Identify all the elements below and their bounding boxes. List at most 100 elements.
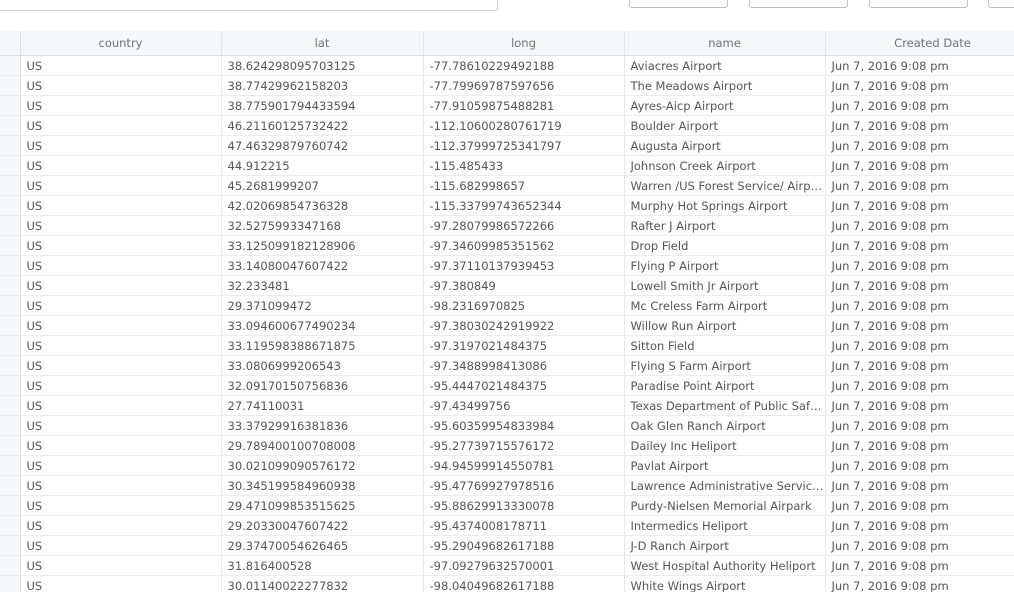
lat-cell[interactable]: 46.21160125732422	[221, 115, 424, 136]
table-row[interactable]: US 30.021099090576172 -94.94599914550781 Pa…	[0, 455, 1014, 476]
country-cell[interactable]: US	[20, 395, 222, 416]
row-selector[interactable]	[0, 455, 21, 476]
long-cell[interactable]: -98.04049682617188	[423, 575, 625, 592]
lat-cell[interactable]: 29.371099472	[221, 295, 424, 316]
name-cell[interactable]: West Hospital Authority Heliport	[624, 555, 826, 576]
created-date-cell[interactable]: Jun 7, 2016 9:08 pm	[825, 555, 1014, 576]
country-cell[interactable]: US	[20, 55, 222, 76]
country-cell[interactable]: US	[20, 155, 222, 176]
column-header-long[interactable]: long	[423, 31, 625, 56]
name-cell[interactable]: J-D Ranch Airport	[624, 535, 826, 556]
toolbar-button-1[interactable]	[629, 0, 728, 8]
created-date-cell[interactable]: Jun 7, 2016 9:08 pm	[825, 375, 1014, 396]
long-cell[interactable]: -115.682998657	[423, 175, 625, 196]
created-date-cell[interactable]: Jun 7, 2016 9:08 pm	[825, 315, 1014, 336]
row-selector[interactable]	[0, 575, 21, 592]
long-cell[interactable]: -112.37999725341797	[423, 135, 625, 156]
country-cell[interactable]: US	[20, 535, 222, 556]
toolbar-button-4[interactable]	[988, 0, 1014, 8]
country-cell[interactable]: US	[20, 555, 222, 576]
table-row[interactable]: US 38.775901794433594 -77.91059875488281 Ay…	[0, 95, 1014, 116]
country-cell[interactable]: US	[20, 75, 222, 96]
long-cell[interactable]: -95.88629913330078	[423, 495, 625, 516]
long-cell[interactable]: -95.29049682617188	[423, 535, 625, 556]
lat-cell[interactable]: 38.775901794433594	[221, 95, 424, 116]
created-date-cell[interactable]: Jun 7, 2016 9:08 pm	[825, 115, 1014, 136]
row-selector[interactable]	[0, 195, 21, 216]
lat-cell[interactable]: 33.119598388671875	[221, 335, 424, 356]
row-selector[interactable]	[0, 375, 21, 396]
row-selector[interactable]	[0, 135, 21, 156]
row-selector[interactable]	[0, 115, 21, 136]
name-cell[interactable]: Flying S Farm Airport	[624, 355, 826, 376]
name-cell[interactable]: Lowell Smith Jr Airport	[624, 275, 826, 296]
table-row[interactable]: US 44.912215 -115.485433 Johnson Creek Airp…	[0, 155, 1014, 176]
country-cell[interactable]: US	[20, 355, 222, 376]
long-cell[interactable]: -115.33799743652344	[423, 195, 625, 216]
column-header-select[interactable]	[0, 31, 21, 56]
country-cell[interactable]: US	[20, 375, 222, 396]
created-date-cell[interactable]: Jun 7, 2016 9:08 pm	[825, 295, 1014, 316]
created-date-cell[interactable]: Jun 7, 2016 9:08 pm	[825, 475, 1014, 496]
name-cell[interactable]: Lawrence Administrative Services Helipor…	[624, 475, 826, 496]
name-cell[interactable]: Aviacres Airport	[624, 55, 826, 76]
lat-cell[interactable]: 33.094600677490234	[221, 315, 424, 336]
country-cell[interactable]: US	[20, 495, 222, 516]
row-selector[interactable]	[0, 415, 21, 436]
long-cell[interactable]: -97.28079986572266	[423, 215, 625, 236]
row-selector[interactable]	[0, 95, 21, 116]
table-row[interactable]: US 38.77429962158203 -77.79969787597656 The…	[0, 75, 1014, 96]
country-cell[interactable]: US	[20, 95, 222, 116]
created-date-cell[interactable]: Jun 7, 2016 9:08 pm	[825, 275, 1014, 296]
name-cell[interactable]: Purdy-Nielsen Memorial Airpark	[624, 495, 826, 516]
lat-cell[interactable]: 45.2681999207	[221, 175, 424, 196]
lat-cell[interactable]: 38.77429962158203	[221, 75, 424, 96]
country-cell[interactable]: US	[20, 435, 222, 456]
table-row[interactable]: US 33.125099182128906 -97.34609985351562 Dr…	[0, 235, 1014, 256]
name-cell[interactable]: Mc Creless Farm Airport	[624, 295, 826, 316]
country-cell[interactable]: US	[20, 475, 222, 496]
table-row[interactable]: US 47.46329879760742 -112.37999725341797 Au…	[0, 135, 1014, 156]
created-date-cell[interactable]: Jun 7, 2016 9:08 pm	[825, 335, 1014, 356]
long-cell[interactable]: -97.3488998413086	[423, 355, 625, 376]
created-date-cell[interactable]: Jun 7, 2016 9:08 pm	[825, 455, 1014, 476]
row-selector[interactable]	[0, 355, 21, 376]
long-cell[interactable]: -97.37110137939453	[423, 255, 625, 276]
name-cell[interactable]: Johnson Creek Airport	[624, 155, 826, 176]
lat-cell[interactable]: 29.471099853515625	[221, 495, 424, 516]
long-cell[interactable]: -77.91059875488281	[423, 95, 625, 116]
row-selector[interactable]	[0, 295, 21, 316]
row-selector[interactable]	[0, 75, 21, 96]
lat-cell[interactable]: 33.37929916381836	[221, 415, 424, 436]
row-selector[interactable]	[0, 255, 21, 276]
long-cell[interactable]: -97.34609985351562	[423, 235, 625, 256]
long-cell[interactable]: -97.380849	[423, 275, 625, 296]
toolbar-button-3[interactable]	[869, 0, 968, 8]
row-selector[interactable]	[0, 395, 21, 416]
long-cell[interactable]: -95.60359954833984	[423, 415, 625, 436]
row-selector[interactable]	[0, 335, 21, 356]
name-cell[interactable]: Paradise Point Airport	[624, 375, 826, 396]
created-date-cell[interactable]: Jun 7, 2016 9:08 pm	[825, 95, 1014, 116]
row-selector[interactable]	[0, 475, 21, 496]
lat-cell[interactable]: 31.816400528	[221, 555, 424, 576]
long-cell[interactable]: -95.4447021484375	[423, 375, 625, 396]
created-date-cell[interactable]: Jun 7, 2016 9:08 pm	[825, 535, 1014, 556]
table-row[interactable]: US 42.02069854736328 -115.33799743652344 Mu…	[0, 195, 1014, 216]
column-header-lat[interactable]: lat	[221, 31, 424, 56]
search-input[interactable]	[0, 0, 498, 11]
name-cell[interactable]: The Meadows Airport	[624, 75, 826, 96]
created-date-cell[interactable]: Jun 7, 2016 9:08 pm	[825, 155, 1014, 176]
lat-cell[interactable]: 29.20330047607422	[221, 515, 424, 536]
created-date-cell[interactable]: Jun 7, 2016 9:08 pm	[825, 75, 1014, 96]
long-cell[interactable]: -95.4374008178711	[423, 515, 625, 536]
lat-cell[interactable]: 38.624298095703125	[221, 55, 424, 76]
toolbar-button-2[interactable]	[749, 0, 848, 8]
table-row[interactable]: US 29.789400100708008 -95.27739715576172 Da…	[0, 435, 1014, 456]
country-cell[interactable]: US	[20, 455, 222, 476]
lat-cell[interactable]: 32.233481	[221, 275, 424, 296]
table-row[interactable]: US 29.371099472 -98.2316970825 Mc Creless F…	[0, 295, 1014, 316]
name-cell[interactable]: Texas Department of Public Safety Helist…	[624, 395, 826, 416]
country-cell[interactable]: US	[20, 215, 222, 236]
table-row[interactable]: US 32.5275993347168 -97.28079986572266 Raft…	[0, 215, 1014, 236]
